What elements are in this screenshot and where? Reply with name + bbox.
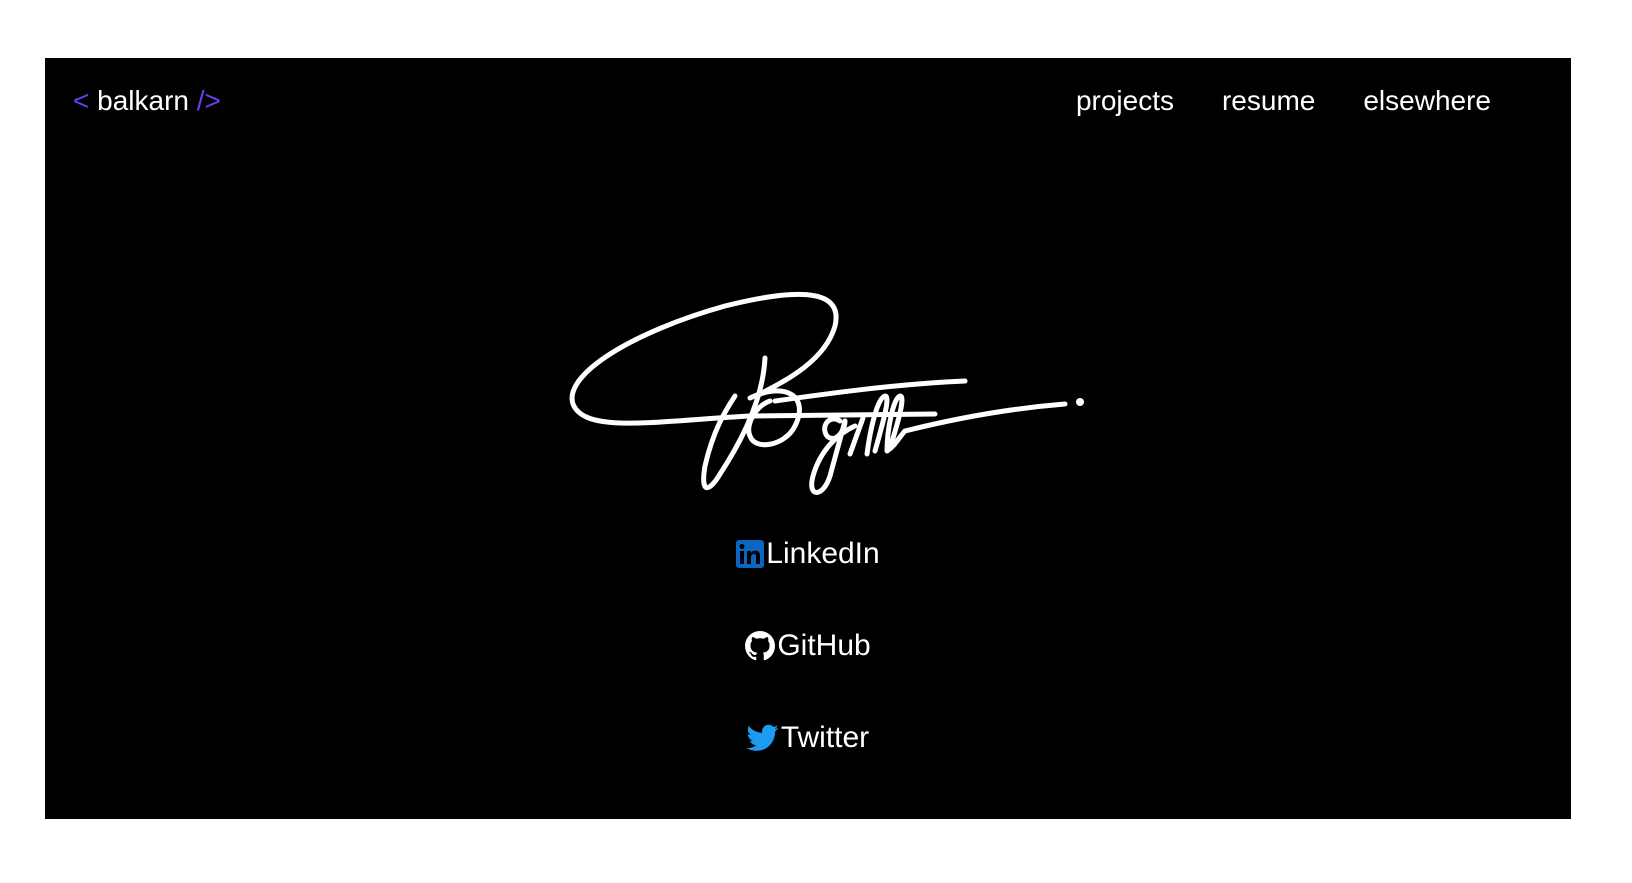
linkedin-link[interactable]: LinkedIn <box>736 536 880 572</box>
nav-link-projects[interactable]: projects <box>1076 84 1174 118</box>
github-label: GitHub <box>777 629 871 662</box>
linkedin-icon <box>736 540 765 568</box>
social-links: LinkedIn GitHub Twitter <box>45 536 1571 756</box>
nav-link-elsewhere[interactable]: elsewhere <box>1363 84 1491 118</box>
github-link[interactable]: GitHub <box>745 628 871 664</box>
twitter-link[interactable]: Twitter <box>746 720 870 756</box>
brand-close-bracket: /> <box>196 85 221 116</box>
signature-image <box>569 291 1084 495</box>
main-nav: projects resume elsewhere <box>1076 84 1491 118</box>
site-frame: < balkarn /> projects resume elsewhere L… <box>45 58 1571 819</box>
nav-link-resume[interactable]: resume <box>1222 84 1315 118</box>
brand-name: balkarn <box>97 85 189 116</box>
linkedin-label: LinkedIn <box>766 537 880 570</box>
brand-logo-link[interactable]: < balkarn /> <box>73 84 221 118</box>
twitter-icon <box>746 724 779 751</box>
github-icon <box>745 631 776 661</box>
twitter-label: Twitter <box>780 721 870 754</box>
brand-open-bracket: < <box>73 85 90 116</box>
